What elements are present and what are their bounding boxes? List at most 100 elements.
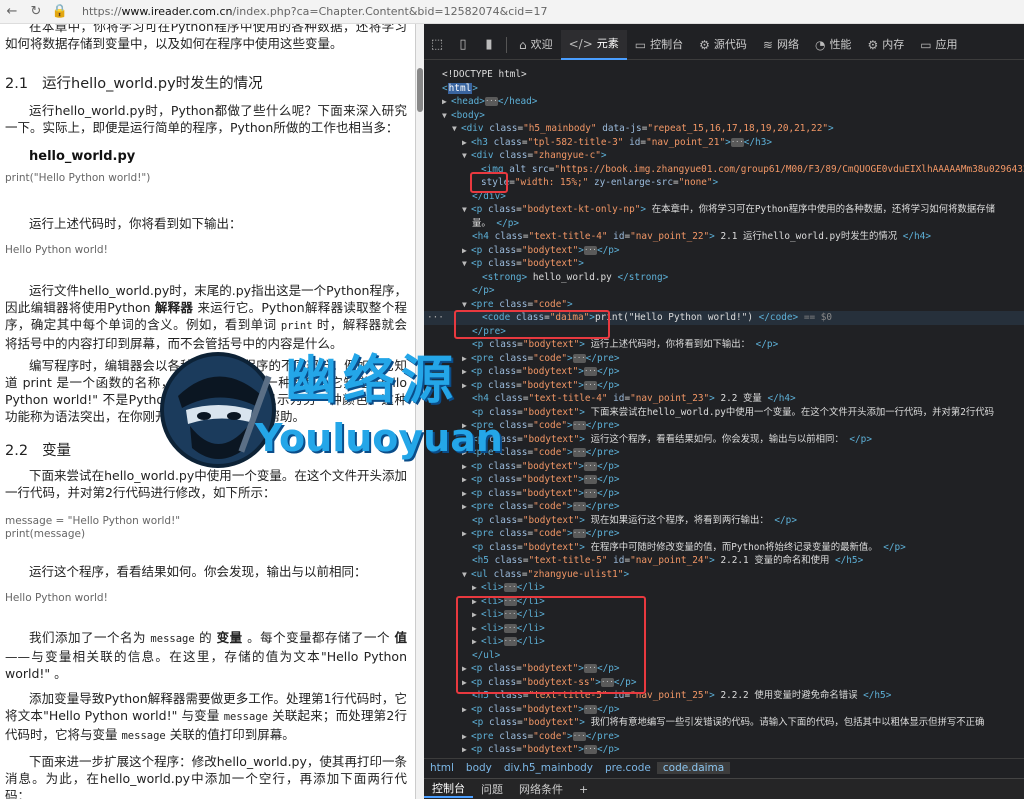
dom-node[interactable]: <p class="bodytext"> 现在如果运行这个程序，将看到两行输出：…: [424, 514, 1024, 528]
expand-arrow-icon[interactable]: ▶: [462, 473, 471, 487]
dom-node[interactable]: <html>: [424, 82, 1024, 96]
breadcrumb-item-active[interactable]: code.daima: [656, 761, 731, 774]
collapse-arrow-icon[interactable]: ▼: [452, 122, 461, 136]
tab-memory[interactable]: ⚙ 内存: [859, 30, 912, 60]
expand-arrow-icon[interactable]: ▶: [462, 730, 471, 744]
ellipsis-icon[interactable]: ···: [572, 529, 586, 538]
dom-node[interactable]: ▶ <p class="bodytext">···</p>: [424, 379, 1024, 393]
dom-node[interactable]: <!DOCTYPE html>: [424, 68, 1024, 82]
dom-node[interactable]: <h4 class="text-title-4" id="nav_point_2…: [424, 230, 1024, 244]
dock-icon[interactable]: ▮: [476, 37, 502, 52]
expand-arrow-icon[interactable]: ▶: [462, 365, 471, 379]
scrollbar-thumb[interactable]: [417, 68, 423, 112]
ellipsis-icon[interactable]: ···: [572, 448, 586, 457]
collapse-arrow-icon[interactable]: ▼: [462, 203, 471, 217]
dom-node[interactable]: ▶ <pre class="code">···</pre>: [424, 527, 1024, 541]
dom-node[interactable]: ▶ <h3 class="tpl-582-title-3" id="nav_poi…: [424, 136, 1024, 150]
ellipsis-icon[interactable]: ···: [583, 704, 597, 714]
dom-node[interactable]: <h4 class="text-title-4" id="nav_point_2…: [424, 392, 1024, 406]
ellipsis-icon[interactable]: ···: [572, 731, 586, 741]
collapse-arrow-icon[interactable]: ▼: [462, 149, 471, 163]
expand-arrow-icon[interactable]: ▶: [472, 581, 481, 595]
dom-node[interactable]: ▶ <p class="bodytext">···</p>: [424, 460, 1024, 474]
drawer-tab-network-conditions[interactable]: 网络条件: [511, 781, 571, 797]
dom-node[interactable]: <h5 class="text-title-5" id="nav_point_2…: [424, 554, 1024, 568]
dom-node[interactable]: ▶ <pre class="code">···</pre>: [424, 730, 1024, 744]
reader-scrollbar[interactable]: [416, 24, 424, 799]
dom-node[interactable]: <p class="bodytext"> 我们将有意地编写一些引发错误的代码。请…: [424, 716, 1024, 730]
collapse-arrow-icon[interactable]: ▼: [462, 568, 471, 582]
tab-welcome[interactable]: ⌂ 欢迎: [511, 30, 561, 60]
collapse-arrow-icon[interactable]: ▼: [462, 257, 471, 271]
drawer-tab-issues[interactable]: 问题: [473, 781, 511, 797]
dom-node[interactable]: <img alt src="https://book.img.zhangyue0…: [424, 163, 1024, 177]
expand-arrow-icon[interactable]: ▶: [462, 379, 471, 393]
dom-node[interactable]: ▶ <pre class="code">···</pre>: [424, 352, 1024, 366]
tab-network[interactable]: ≋ 网络: [755, 30, 807, 60]
dom-node[interactable]: ▶ <p class="bodytext">···</p>: [424, 487, 1024, 501]
dom-node[interactable]: style="width: 15%;" zy-enlarge-src="none…: [424, 176, 1024, 190]
ellipsis-icon[interactable]: ···: [730, 137, 744, 147]
dom-node[interactable]: ▶ <pre class="code">···</pre>: [424, 419, 1024, 433]
dom-node[interactable]: ▼ <pre class="code">: [424, 298, 1024, 312]
dom-node[interactable]: ▼ <body>: [424, 109, 1024, 123]
dom-node[interactable]: ▶ <p class="bodytext">···</p>: [424, 703, 1024, 717]
back-icon[interactable]: ←: [0, 4, 24, 19]
dom-node[interactable]: <p class="bodytext"> 运行这个程序，看看结果如何。你会发现，…: [424, 433, 1024, 447]
dom-node[interactable]: <strong> hello_world.py </strong>: [424, 271, 1024, 285]
dom-node[interactable]: ▶ <pre class="code">···</pre>: [424, 500, 1024, 514]
dom-node[interactable]: </p>: [424, 284, 1024, 298]
inspect-icon[interactable]: ⬚: [424, 37, 450, 52]
dom-node[interactable]: ▶ <head>···</head>: [424, 95, 1024, 109]
expand-arrow-icon[interactable]: ▶: [462, 136, 471, 150]
breadcrumb-item[interactable]: pre.code: [599, 762, 657, 774]
expand-arrow-icon[interactable]: ▶: [462, 743, 471, 757]
expand-arrow-icon[interactable]: ▶: [462, 419, 471, 433]
tab-elements[interactable]: </> 元素: [560, 29, 627, 60]
expand-arrow-icon[interactable]: ▶: [462, 703, 471, 717]
ellipsis-icon[interactable]: ···: [572, 421, 586, 430]
breadcrumb-item[interactable]: html: [424, 762, 460, 774]
dom-node[interactable]: ▼ <div class="h5_mainbody" data-js="repea…: [424, 122, 1024, 136]
dom-node[interactable]: ▶ <li>···</li>: [424, 581, 1024, 595]
more-icon[interactable]: ···: [427, 311, 444, 325]
dom-node[interactable]: ▶ <p class="bodytext">···</p>: [424, 473, 1024, 487]
expand-arrow-icon[interactable]: ▶: [462, 500, 471, 514]
ellipsis-icon[interactable]: ···: [583, 475, 597, 484]
dom-node[interactable]: ▶ <p class="bodytext">···</p>: [424, 365, 1024, 379]
ellipsis-icon[interactable]: ···: [583, 488, 597, 498]
dom-node[interactable]: ▼ <p class="bodytext-kt-only-np"> 在本章中，你将…: [424, 203, 1024, 217]
tab-performance[interactable]: ◔ 性能: [807, 30, 859, 60]
dom-node[interactable]: ▼ <ul class="zhangyue-ulist1">: [424, 568, 1024, 582]
expand-arrow-icon[interactable]: ▶: [442, 95, 451, 109]
ellipsis-icon[interactable]: ···: [583, 367, 597, 376]
ellipsis-icon[interactable]: ···: [503, 583, 517, 592]
dom-node[interactable]: ▶ <pre class="code">···</pre>: [424, 446, 1024, 460]
ellipsis-icon[interactable]: ···: [484, 97, 498, 106]
expand-arrow-icon[interactable]: ▶: [462, 527, 471, 541]
collapse-arrow-icon[interactable]: ▼: [442, 109, 451, 123]
dom-node[interactable]: ▼ <div class="zhangyue-c">: [424, 149, 1024, 163]
ellipsis-icon[interactable]: ···: [583, 380, 597, 390]
dom-node[interactable]: ▶ <p class="bodytext">···</p>: [424, 743, 1024, 757]
breadcrumb-item[interactable]: body: [460, 762, 498, 774]
dom-node[interactable]: <p class="bodytext"> 运行上述代码时，你将看到如下输出： <…: [424, 338, 1024, 352]
expand-arrow-icon[interactable]: ▶: [462, 460, 471, 474]
expand-arrow-icon[interactable]: ▶: [462, 244, 471, 258]
refresh-icon[interactable]: ↻: [24, 4, 48, 19]
tab-sources[interactable]: ⚙ 源代码: [691, 30, 755, 60]
expand-arrow-icon[interactable]: ▶: [462, 446, 471, 460]
ellipsis-icon[interactable]: ···: [583, 461, 597, 471]
expand-arrow-icon[interactable]: ▶: [462, 487, 471, 501]
dom-node[interactable]: ▶ <p class="bodytext">···</p>: [424, 244, 1024, 258]
dom-node[interactable]: 量。 </p>: [424, 217, 1024, 231]
ellipsis-icon[interactable]: ···: [583, 245, 597, 255]
collapse-arrow-icon[interactable]: ▼: [462, 298, 471, 312]
dom-node[interactable]: <p class="bodytext"> 在程序中可随时修改变量的值，而Pyth…: [424, 541, 1024, 555]
drawer-tab-console[interactable]: 控制台: [424, 780, 473, 798]
ellipsis-icon[interactable]: ···: [583, 745, 597, 754]
expand-arrow-icon[interactable]: ▶: [462, 352, 471, 366]
address-bar[interactable]: https://www.ireader.com.cn/index.php?ca=…: [82, 5, 548, 18]
add-tab-icon[interactable]: +: [571, 783, 596, 796]
dom-node[interactable]: ▼ <p class="bodytext">: [424, 257, 1024, 271]
